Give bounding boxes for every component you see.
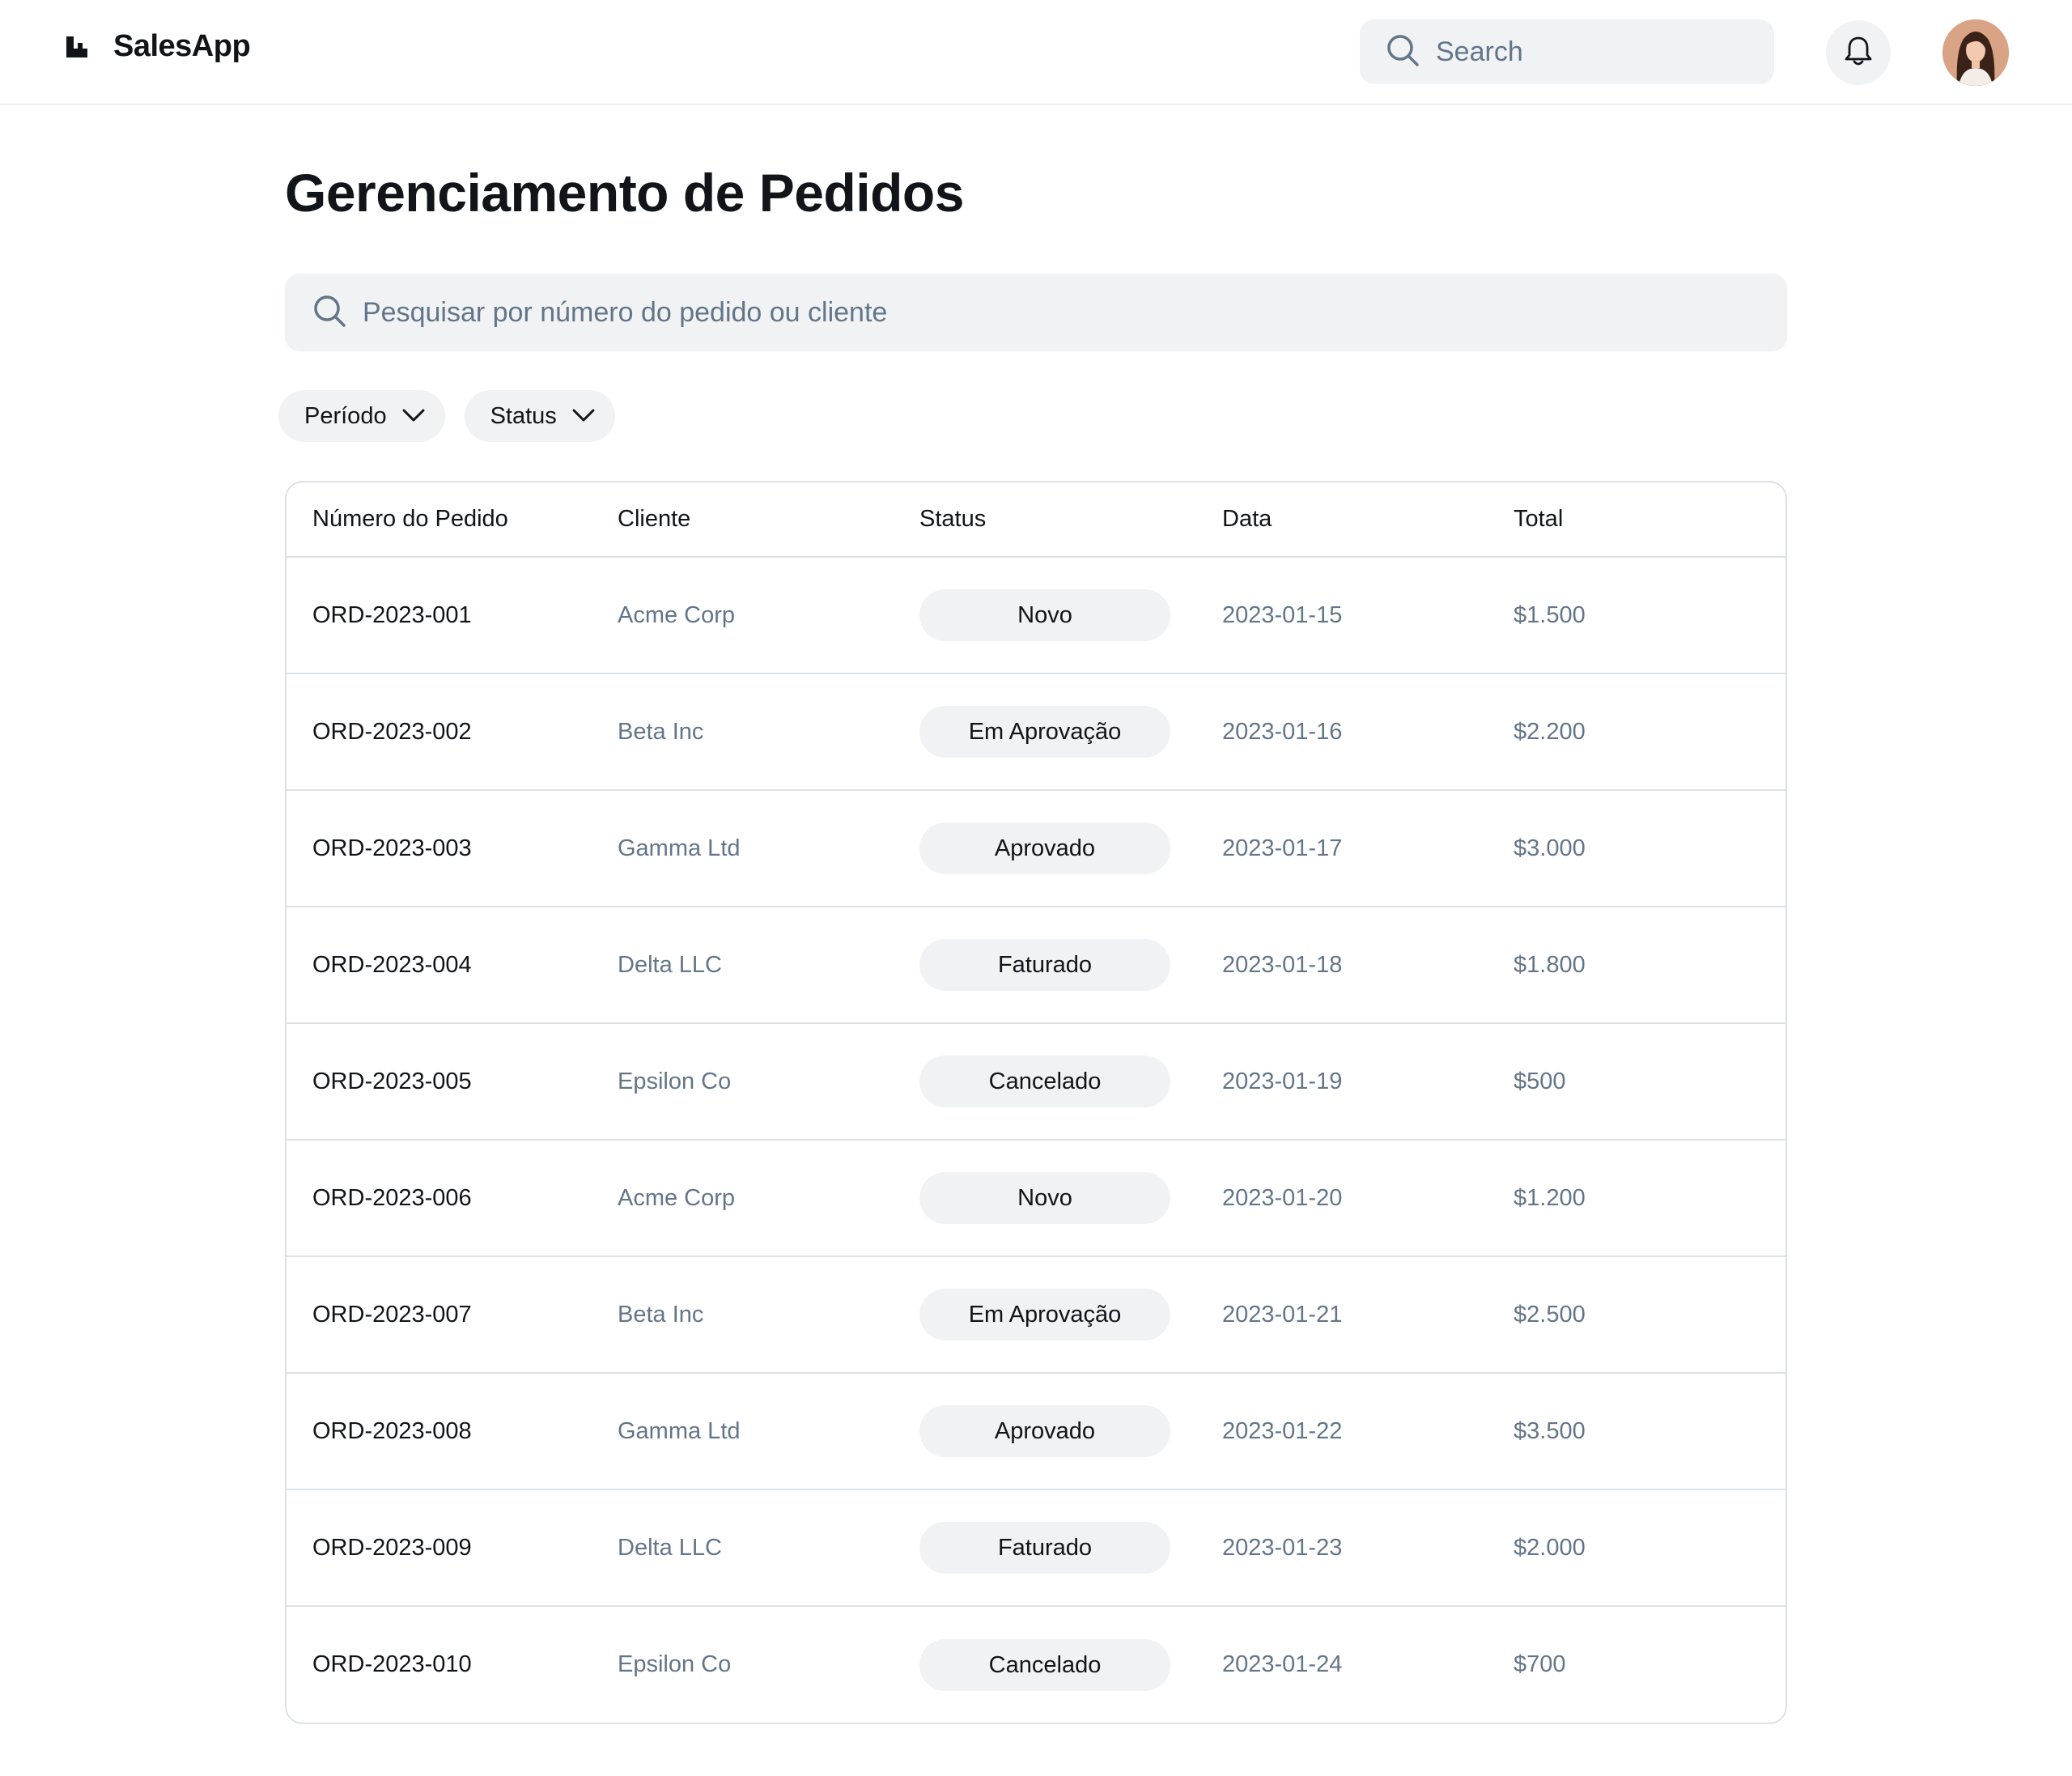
table-header-row: Número do Pedido Cliente Status Data Tot… <box>287 482 1785 557</box>
status-cell: Cancelado <box>894 1606 1196 1723</box>
status-badge: Novo <box>919 589 1170 641</box>
column-header-total[interactable]: Total <box>1488 482 1785 557</box>
order-date: 2023-01-18 <box>1222 951 1343 978</box>
status-cell: Novo <box>894 557 1196 673</box>
column-header-order[interactable]: Número do Pedido <box>287 482 592 557</box>
column-header-status[interactable]: Status <box>894 482 1196 557</box>
client-name: Beta Inc <box>618 1301 704 1328</box>
table-row[interactable]: ORD-2023-010 Epsilon Co Cancelado 2023-0… <box>287 1606 1785 1723</box>
client-name: Gamma Ltd <box>618 1417 741 1444</box>
status-cell: Faturado <box>894 907 1196 1023</box>
order-date: 2023-01-22 <box>1222 1417 1343 1444</box>
table-row[interactable]: ORD-2023-004 Delta LLC Faturado 2023-01-… <box>287 907 1785 1023</box>
status-cell: Aprovado <box>894 1373 1196 1489</box>
order-date: 2023-01-16 <box>1222 718 1343 745</box>
order-number: ORD-2023-008 <box>312 1417 472 1444</box>
order-number: ORD-2023-003 <box>312 835 472 861</box>
status-badge: Aprovado <box>919 822 1170 874</box>
status-badge: Em Aprovação <box>919 706 1170 758</box>
order-date: 2023-01-23 <box>1222 1534 1343 1561</box>
order-number: ORD-2023-007 <box>312 1301 472 1328</box>
order-date: 2023-01-21 <box>1222 1301 1343 1328</box>
status-badge: Cancelado <box>919 1056 1170 1107</box>
order-search-input[interactable]: Pesquisar por número do pedido ou client… <box>285 274 1787 351</box>
column-header-date[interactable]: Data <box>1196 482 1488 557</box>
page-title: Gerenciamento de Pedidos <box>285 163 964 223</box>
order-date: 2023-01-19 <box>1222 1068 1343 1094</box>
order-date: 2023-01-15 <box>1222 601 1343 628</box>
filter-bar: Período Status <box>278 390 615 442</box>
brand[interactable]: SalesApp <box>65 29 251 64</box>
order-number: ORD-2023-009 <box>312 1534 472 1561</box>
client-name: Beta Inc <box>618 718 704 745</box>
order-date: 2023-01-20 <box>1222 1184 1343 1211</box>
status-cell: Aprovado <box>894 790 1196 907</box>
status-badge: Em Aprovação <box>919 1289 1170 1340</box>
filter-status-button[interactable]: Status <box>464 390 615 442</box>
status-cell: Em Aprovação <box>894 673 1196 790</box>
header-search-input[interactable]: Search <box>1360 19 1774 84</box>
filter-status-label: Status <box>490 402 557 429</box>
user-avatar[interactable] <box>1942 19 2009 86</box>
app-name: SalesApp <box>113 29 251 63</box>
notifications-button[interactable] <box>1826 20 1891 85</box>
chevron-down-icon <box>571 403 596 430</box>
status-badge: Faturado <box>919 1522 1170 1574</box>
status-cell: Novo <box>894 1140 1196 1256</box>
client-name: Delta LLC <box>618 1534 722 1561</box>
search-icon <box>312 294 346 332</box>
order-total: $2.000 <box>1514 1534 1586 1561</box>
status-cell: Faturado <box>894 1489 1196 1606</box>
top-bar: SalesApp Search <box>0 0 2072 105</box>
order-number: ORD-2023-005 <box>312 1068 472 1094</box>
order-number: ORD-2023-004 <box>312 951 472 978</box>
order-date: 2023-01-24 <box>1222 1651 1343 1677</box>
logo-icon <box>65 35 89 59</box>
table-row[interactable]: ORD-2023-007 Beta Inc Em Aprovação 2023-… <box>287 1256 1785 1373</box>
table-row[interactable]: ORD-2023-002 Beta Inc Em Aprovação 2023-… <box>287 673 1785 790</box>
orders-table: Número do Pedido Cliente Status Data Tot… <box>285 481 1787 1724</box>
order-total: $500 <box>1514 1068 1566 1094</box>
order-number: ORD-2023-002 <box>312 718 472 745</box>
table-row[interactable]: ORD-2023-009 Delta LLC Faturado 2023-01-… <box>287 1489 1785 1606</box>
table-row[interactable]: ORD-2023-003 Gamma Ltd Aprovado 2023-01-… <box>287 790 1785 907</box>
table-row[interactable]: ORD-2023-005 Epsilon Co Cancelado 2023-0… <box>287 1023 1785 1140</box>
client-name: Acme Corp <box>618 1184 736 1211</box>
client-name: Delta LLC <box>618 951 722 978</box>
order-total: $2.500 <box>1514 1301 1586 1328</box>
filter-period-button[interactable]: Período <box>278 390 445 442</box>
order-date: 2023-01-17 <box>1222 835 1343 861</box>
chevron-down-icon <box>401 403 426 430</box>
table-row[interactable]: ORD-2023-001 Acme Corp Novo 2023-01-15 $… <box>287 557 1785 673</box>
status-badge: Cancelado <box>919 1638 1170 1691</box>
client-name: Epsilon Co <box>618 1651 732 1677</box>
order-number: ORD-2023-010 <box>312 1651 472 1677</box>
status-badge: Faturado <box>919 939 1170 991</box>
filter-period-label: Período <box>304 402 387 429</box>
header-search-placeholder: Search <box>1436 36 1523 67</box>
client-name: Acme Corp <box>618 601 736 628</box>
order-total: $1.800 <box>1514 951 1586 978</box>
order-total: $3.500 <box>1514 1417 1586 1444</box>
status-badge: Aprovado <box>919 1405 1170 1457</box>
status-cell: Cancelado <box>894 1023 1196 1140</box>
search-icon <box>1386 33 1420 71</box>
client-name: Epsilon Co <box>618 1068 732 1094</box>
order-total: $1.200 <box>1514 1184 1586 1211</box>
table-row[interactable]: ORD-2023-008 Gamma Ltd Aprovado 2023-01-… <box>287 1373 1785 1489</box>
bell-icon <box>1844 36 1873 70</box>
order-search-placeholder: Pesquisar por número do pedido ou client… <box>363 296 888 328</box>
status-cell: Em Aprovação <box>894 1256 1196 1373</box>
client-name: Gamma Ltd <box>618 835 741 861</box>
order-number: ORD-2023-006 <box>312 1184 472 1211</box>
table-row[interactable]: ORD-2023-006 Acme Corp Novo 2023-01-20 $… <box>287 1140 1785 1256</box>
order-total: $3.000 <box>1514 835 1586 861</box>
order-number: ORD-2023-001 <box>312 601 472 628</box>
order-total: $2.200 <box>1514 718 1586 745</box>
order-total: $1.500 <box>1514 601 1586 628</box>
status-badge: Novo <box>919 1172 1170 1224</box>
order-total: $700 <box>1514 1651 1566 1677</box>
column-header-client[interactable]: Cliente <box>592 482 894 557</box>
